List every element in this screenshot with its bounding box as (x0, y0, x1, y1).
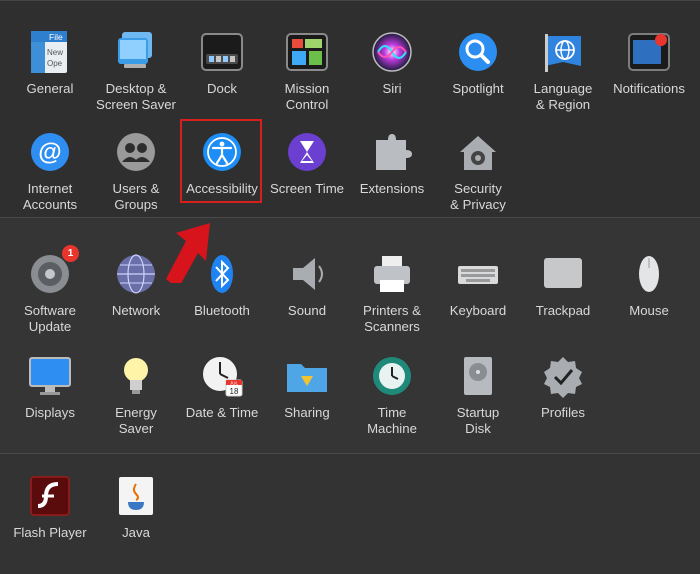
pane-sound[interactable]: Sound (264, 251, 350, 347)
desktop-icon (113, 29, 159, 75)
general-icon-text-file: File (49, 32, 63, 42)
at-icon: @ (27, 129, 73, 175)
gear-icon: 1 (27, 245, 79, 297)
pane-software-update[interactable]: 1 Software Update (7, 245, 93, 347)
pane-label: Siri (382, 81, 402, 96)
network-globe-icon (113, 251, 159, 297)
pane-label: Screen Time (269, 181, 345, 196)
puzzle-icon (369, 129, 415, 175)
pane-security-privacy[interactable]: Security & Privacy (435, 129, 521, 225)
pane-label: Profiles (541, 405, 585, 420)
speaker-icon (284, 251, 330, 297)
lightbulb-icon (113, 353, 159, 399)
pane-label: Mouse (629, 303, 669, 318)
pane-label: General (26, 81, 74, 96)
disk-icon (455, 353, 501, 399)
siri-icon (369, 29, 415, 75)
pane-label: Sound (287, 303, 327, 318)
pane-label: Time Machine (367, 405, 417, 436)
pane-startup-disk[interactable]: Startup Disk (435, 353, 521, 449)
pane-flash-player[interactable]: Flash Player (7, 473, 93, 569)
pane-label: Network (111, 303, 161, 318)
pane-label: Language & Region (533, 81, 593, 112)
mission-control-icon (284, 29, 330, 75)
globe-icon (540, 29, 586, 75)
pane-label: Printers & Scanners (363, 303, 421, 334)
general-icon-text-new: New (47, 48, 63, 57)
pane-label: Internet Accounts (22, 181, 78, 212)
pane-label: Sharing (284, 405, 330, 420)
general-icon: File New Ope (27, 29, 73, 75)
pane-notifications[interactable]: Notifications (606, 29, 692, 125)
pane-label: Software Update (23, 303, 77, 334)
pane-label: Notifications (613, 81, 685, 96)
time-machine-icon (369, 353, 415, 399)
pane-general[interactable]: File New Ope General (7, 29, 93, 125)
pane-label: Java (122, 525, 150, 540)
svg-text:@: @ (38, 139, 61, 166)
pane-mouse[interactable]: Mouse (606, 251, 692, 347)
trackpad-icon (540, 251, 586, 297)
pane-label: Desktop & Screen Saver (96, 81, 176, 112)
spotlight-icon (455, 29, 501, 75)
pane-label: Keyboard (449, 303, 507, 318)
pane-internet-accounts[interactable]: @ Internet Accounts (7, 129, 93, 225)
general-icon-text-open: Ope (47, 59, 63, 68)
pane-users-groups[interactable]: Users & Groups (93, 129, 179, 225)
system-preferences-window: File New Ope General Desktop & Screen Sa… (0, 0, 700, 574)
pane-label: Security & Privacy (450, 181, 506, 212)
mouse-icon (626, 251, 672, 297)
badge-check-icon (540, 353, 586, 399)
pane-label: Extensions (359, 181, 425, 196)
pane-energy-saver[interactable]: Energy Saver (93, 353, 179, 449)
pane-language-region[interactable]: Language & Region (520, 29, 606, 125)
pane-desktop-screen-saver[interactable]: Desktop & Screen Saver (93, 29, 179, 125)
pane-label: Trackpad (535, 303, 591, 318)
dock-icon (199, 29, 245, 75)
pane-label: Startup Disk (456, 405, 500, 436)
flash-icon (27, 473, 73, 519)
printer-icon (369, 251, 415, 297)
calendar-month-text: JUL (230, 381, 238, 386)
pane-label: Bluetooth (194, 303, 250, 318)
pane-time-machine[interactable]: Time Machine (349, 353, 435, 449)
update-count-badge: 1 (62, 245, 79, 262)
pane-java[interactable]: Java (93, 473, 179, 569)
pointer-arrow-icon (166, 223, 210, 283)
pane-label: Energy Saver (115, 405, 157, 436)
hourglass-icon (284, 129, 330, 175)
pane-profiles[interactable]: Profiles (520, 353, 606, 449)
calendar-date-text: 18 (230, 387, 239, 396)
pane-label: Dock (206, 81, 238, 96)
pane-extensions[interactable]: Extensions (349, 129, 435, 225)
pane-keyboard[interactable]: Keyboard (435, 251, 521, 347)
house-lock-icon (455, 129, 501, 175)
pane-mission-control[interactable]: Mission Control (264, 29, 350, 125)
java-icon (113, 473, 159, 519)
pane-siri[interactable]: Siri (349, 29, 435, 125)
sharing-folder-icon (284, 353, 330, 399)
pane-label: Displays (25, 405, 75, 420)
pane-trackpad[interactable]: Trackpad (520, 251, 606, 347)
pane-displays[interactable]: Displays (7, 353, 93, 449)
pane-sharing[interactable]: Sharing (264, 353, 350, 449)
users-icon (113, 129, 159, 175)
notifications-icon (626, 29, 672, 75)
pane-label: Flash Player (13, 525, 87, 540)
pane-label: Spotlight (452, 81, 504, 96)
pane-printers-scanners[interactable]: Printers & Scanners (349, 251, 435, 347)
pane-screen-time[interactable]: Screen Time (264, 129, 350, 225)
accessibility-highlight-box (180, 119, 262, 203)
pane-dock[interactable]: Dock (179, 29, 265, 125)
pane-label: Date & Time (185, 405, 259, 420)
pane-spotlight[interactable]: Spotlight (435, 29, 521, 125)
pane-label: Mission Control (284, 81, 330, 112)
display-icon (27, 353, 73, 399)
keyboard-icon (455, 251, 501, 297)
pane-date-time[interactable]: JUL 18 Date & Time (179, 353, 265, 449)
pane-label: Users & Groups (112, 181, 160, 212)
clock-icon: JUL 18 (199, 353, 245, 399)
